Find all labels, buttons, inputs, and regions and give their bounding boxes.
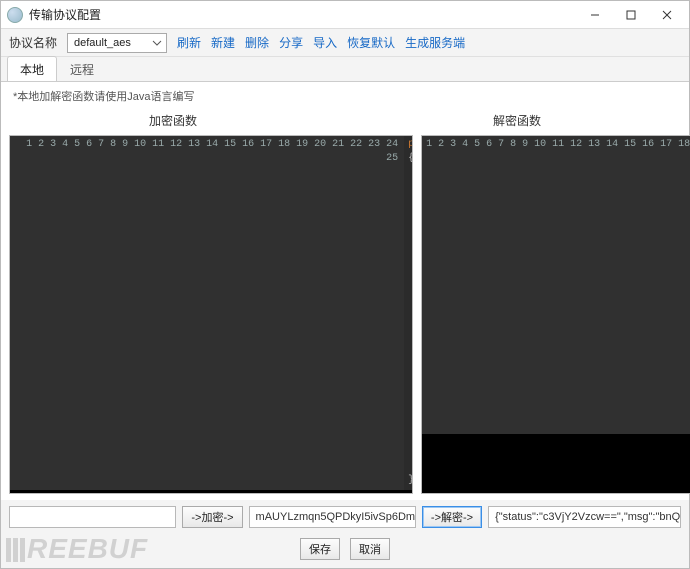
- encrypt-button[interactable]: ->加密->: [182, 506, 242, 528]
- tabs: 本地 远程: [1, 57, 689, 81]
- tab-local[interactable]: 本地: [7, 56, 57, 81]
- encrypt-blank: [10, 490, 412, 493]
- decrypt-pane: 1 2 3 4 5 6 7 8 9 10 11 12 13 14 15 16 1…: [421, 135, 690, 494]
- encrypt-pane: 1 2 3 4 5 6 7 8 9 10 11 12 13 14 15 16 1…: [9, 135, 413, 494]
- window: 传输协议配置 协议名称 default_aes 刷新 新建 删除 分享 导入 恢…: [0, 0, 690, 569]
- toolbar: 协议名称 default_aes 刷新 新建 删除 分享 导入 恢复默认 生成服…: [1, 29, 689, 57]
- close-icon: [662, 10, 672, 20]
- delete-link[interactable]: 删除: [245, 34, 269, 51]
- editors: 1 2 3 4 5 6 7 8 9 10 11 12 13 14 15 16 1…: [1, 135, 689, 500]
- maximize-button[interactable]: [613, 1, 649, 28]
- new-link[interactable]: 新建: [211, 34, 235, 51]
- protocol-label: 协议名称: [9, 34, 57, 51]
- window-title: 传输协议配置: [29, 6, 101, 23]
- decrypt-blank: [422, 434, 690, 493]
- protocol-value: default_aes: [74, 37, 131, 49]
- hint-text: *本地加解密函数请使用Java语言编写: [1, 82, 689, 108]
- chevron-down-icon: [152, 37, 162, 49]
- close-button[interactable]: [649, 1, 685, 28]
- pane-headers: 加密函数 解密函数: [1, 108, 689, 135]
- maximize-icon: [626, 10, 636, 20]
- encrypt-header: 加密函数: [1, 112, 345, 129]
- tab-remote[interactable]: 远程: [57, 56, 107, 81]
- restore-link[interactable]: 恢复默认: [347, 34, 395, 51]
- import-link[interactable]: 导入: [313, 34, 337, 51]
- app-icon: [7, 7, 23, 23]
- share-link[interactable]: 分享: [279, 34, 303, 51]
- titlebar: 传输协议配置: [1, 1, 689, 29]
- encrypt-gutter: 1 2 3 4 5 6 7 8 9 10 11 12 13 14 15 16 1…: [10, 136, 404, 490]
- minimize-button[interactable]: [577, 1, 613, 28]
- cancel-button[interactable]: 取消: [350, 538, 390, 560]
- refresh-link[interactable]: 刷新: [177, 34, 201, 51]
- plain-input[interactable]: [9, 506, 176, 528]
- encrypt-code[interactable]: private byte[] Encrypt(byte[] data) thro…: [404, 136, 412, 490]
- protocol-select[interactable]: default_aes: [67, 33, 167, 53]
- footer: 保存 取消: [1, 534, 689, 568]
- decrypt-button[interactable]: ->解密->: [422, 506, 482, 528]
- save-button[interactable]: 保存: [300, 538, 340, 560]
- gencode-link[interactable]: 生成服务端: [405, 34, 465, 51]
- decrypt-header: 解密函数: [345, 112, 689, 129]
- cipher-output[interactable]: mAUYLzmqn5QPDkyI5ivSp6DmrC24FW39: [249, 506, 416, 528]
- minimize-icon: [590, 10, 600, 20]
- io-bar: ->加密-> mAUYLzmqn5QPDkyI5ivSp6DmrC24FW39 …: [1, 500, 689, 534]
- decrypt-output[interactable]: {"status":"c3VjY2Vzcw==","msg":"bnQgYXV: [488, 506, 681, 528]
- decrypt-gutter: 1 2 3 4 5 6 7 8 9 10 11 12 13 14 15 16 1…: [422, 136, 690, 434]
